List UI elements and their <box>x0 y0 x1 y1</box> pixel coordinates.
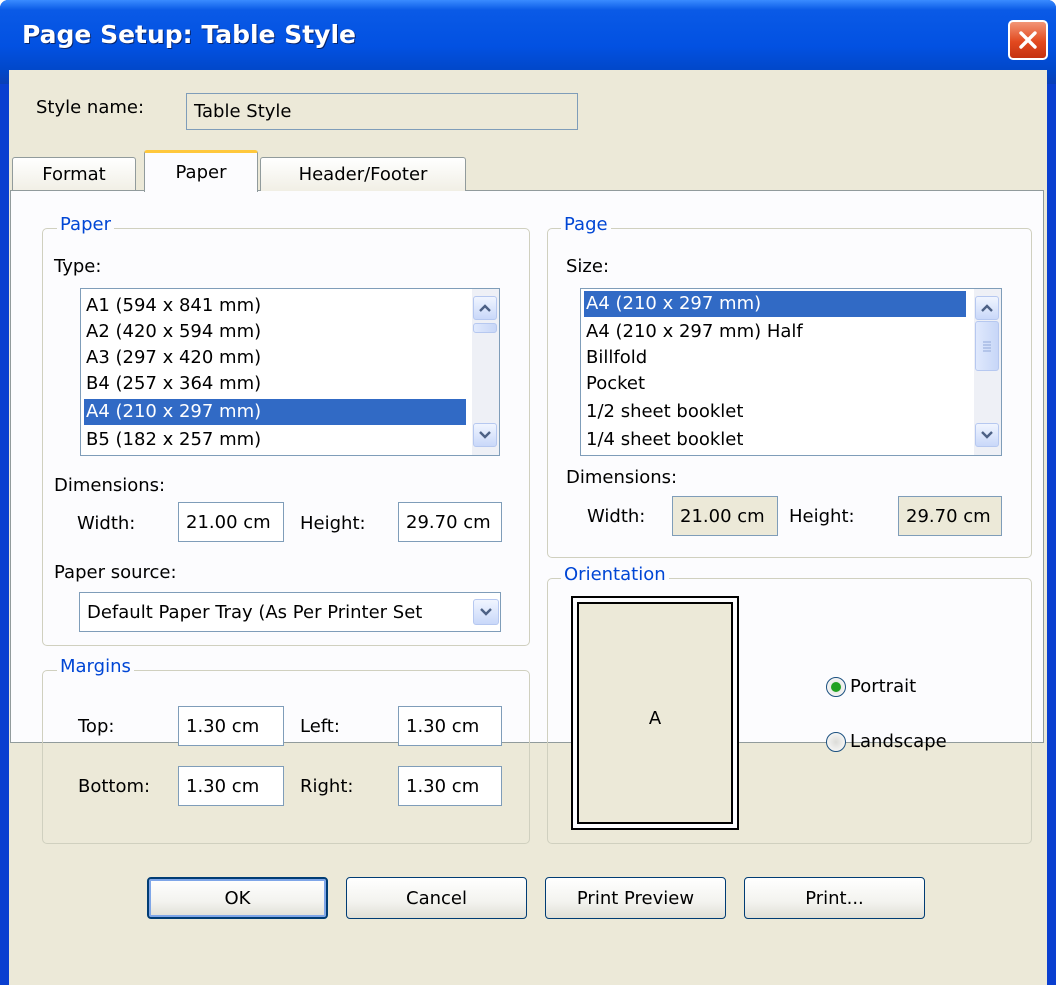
window-title: Page Setup: Table Style <box>22 20 356 49</box>
list-item[interactable]: B5 (182 x 257 mm) <box>84 427 470 453</box>
style-name-label-text: Style name: <box>36 97 145 118</box>
print-button-label: Print... <box>805 887 864 909</box>
page-dimensions-label: Dimensions: <box>566 467 678 488</box>
scroll-up-button[interactable] <box>473 296 497 320</box>
margin-bottom-field[interactable]: 1.30 cm <box>178 766 284 806</box>
scroll-up-button[interactable] <box>975 296 999 320</box>
chevron-up-icon <box>981 304 993 312</box>
paper-group-title: Paper <box>57 214 114 235</box>
list-item[interactable]: 1/2 sheet booklet <box>584 399 970 425</box>
dialog-window: Page Setup: Table Style Style name: Tabl… <box>0 0 1056 985</box>
close-button[interactable] <box>1008 20 1048 60</box>
paper-type-label: Type: <box>54 256 102 277</box>
margin-top-label: Top: <box>78 716 115 737</box>
paper-width-label: Width: <box>77 513 136 534</box>
orientation-group-title: Orientation <box>561 564 669 585</box>
tab-format[interactable]: Format <box>12 157 136 191</box>
margin-left-field[interactable]: 1.30 cm <box>398 706 502 746</box>
paper-height-label: Height: <box>300 513 366 534</box>
tab-paper-label: Paper <box>175 162 227 183</box>
print-button[interactable]: Print... <box>744 877 925 919</box>
chevron-down-icon <box>981 431 993 439</box>
list-item-selected[interactable]: A4 (210 x 297 mm) <box>84 399 466 425</box>
paper-height-field[interactable]: 29.70 cm <box>398 502 502 542</box>
list-item[interactable]: A2 (420 x 594 mm) <box>84 319 470 345</box>
margins-groupbox <box>42 670 530 844</box>
orientation-preview: A <box>571 596 739 830</box>
scroll-down-button[interactable] <box>473 423 497 447</box>
list-item[interactable]: B4 (257 x 364 mm) <box>84 371 470 397</box>
scroll-thumb[interactable] <box>975 321 999 371</box>
margin-bottom-label: Bottom: <box>78 776 151 797</box>
page-height-label: Height: <box>789 506 855 527</box>
cancel-button-label: Cancel <box>406 887 467 909</box>
page-height-field: 29.70 cm <box>898 496 1002 536</box>
landscape-label[interactable]: Landscape <box>850 731 947 752</box>
paper-source-dropdown-button[interactable] <box>473 599 499 625</box>
chevron-down-icon <box>480 608 492 616</box>
chevron-up-icon <box>479 304 491 312</box>
list-item[interactable]: A4 (210 x 297 mm) Half <box>584 319 970 345</box>
tab-header-footer[interactable]: Header/Footer <box>260 157 466 191</box>
margin-right-label: Right: <box>300 776 354 797</box>
radio-selected-dot <box>831 682 841 692</box>
paper-source-select[interactable]: Default Paper Tray (As Per Printer Set <box>79 592 501 632</box>
page-size-label: Size: <box>566 256 610 277</box>
print-preview-button[interactable]: Print Preview <box>545 877 726 919</box>
paper-source-label: Paper source: <box>54 562 177 583</box>
margin-top-field[interactable]: 1.30 cm <box>178 706 284 746</box>
margin-right-field[interactable]: 1.30 cm <box>398 766 502 806</box>
page-size-listbox[interactable]: A4 (210 x 297 mm) A4 (210 x 297 mm) Half… <box>580 288 1002 456</box>
list-item[interactable]: A3 (297 x 420 mm) <box>84 345 470 371</box>
margins-group-title: Margins <box>57 656 134 677</box>
list-item[interactable]: 1/4 sheet booklet <box>584 427 970 453</box>
orientation-preview-letter: A <box>648 708 662 729</box>
portrait-radio[interactable] <box>826 677 846 697</box>
paper-type-listbox[interactable]: A1 (594 x 841 mm) A2 (420 x 594 mm) A3 (… <box>80 288 500 456</box>
paper-type-scrollbar[interactable] <box>472 289 499 455</box>
style-name-field[interactable]: Table Style <box>186 93 578 130</box>
chevron-down-icon <box>479 431 491 439</box>
landscape-radio[interactable] <box>826 732 846 752</box>
scroll-down-button[interactable] <box>975 423 999 447</box>
style-name-label: Style name: <box>36 97 144 118</box>
tab-format-label: Format <box>42 164 106 185</box>
paper-width-field[interactable]: 21.00 cm <box>178 502 284 542</box>
close-icon <box>1019 31 1037 49</box>
orientation-preview-page: A <box>577 602 733 824</box>
tab-header-footer-label: Header/Footer <box>298 164 428 185</box>
page-group-title: Page <box>561 214 611 235</box>
ok-button[interactable]: OK <box>147 877 328 919</box>
list-item[interactable]: Billfold <box>584 345 970 371</box>
grip-icon <box>983 341 991 352</box>
page-size-scrollbar[interactable] <box>974 289 1001 455</box>
scroll-thumb[interactable] <box>473 323 497 333</box>
page-width-field: 21.00 cm <box>672 496 778 536</box>
margin-left-label: Left: <box>300 716 340 737</box>
list-item[interactable]: Pocket <box>584 371 970 397</box>
cancel-button[interactable]: Cancel <box>346 877 527 919</box>
paper-source-value: Default Paper Tray (As Per Printer Set <box>87 601 423 623</box>
list-item-selected[interactable]: A4 (210 x 297 mm) <box>584 291 966 317</box>
ok-button-label: OK <box>224 887 251 909</box>
page-width-label: Width: <box>587 506 646 527</box>
paper-dimensions-label: Dimensions: <box>54 475 166 496</box>
print-preview-button-label: Print Preview <box>576 887 695 909</box>
tab-paper[interactable]: Paper <box>144 150 258 192</box>
list-item[interactable]: A1 (594 x 841 mm) <box>84 293 470 319</box>
portrait-label[interactable]: Portrait <box>850 676 916 697</box>
